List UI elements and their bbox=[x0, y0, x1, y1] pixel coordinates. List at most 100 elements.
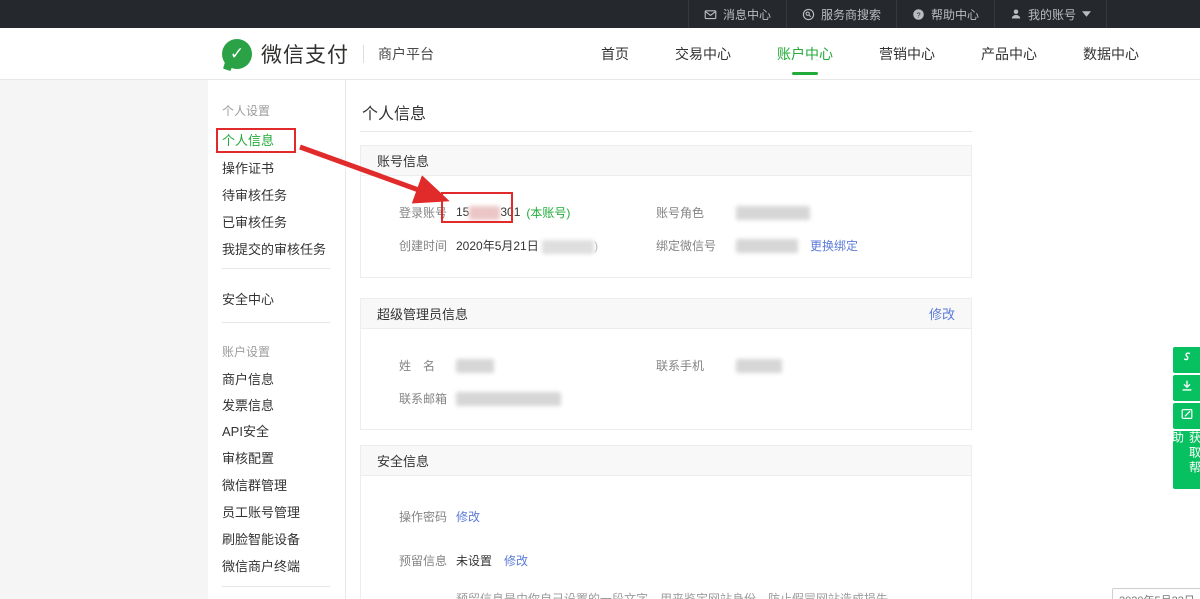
sidebar-item-operation-certificate[interactable]: 操作证书 bbox=[222, 158, 274, 177]
super-admin-body: 姓 名 联系手机 联系邮箱 bbox=[361, 329, 971, 415]
sidebar-content-divider bbox=[345, 80, 346, 599]
feedback-button[interactable] bbox=[1173, 403, 1200, 429]
chevron-down-icon bbox=[1082, 11, 1091, 17]
bound-wechat-label: 绑定微信号 bbox=[656, 237, 736, 254]
contact-phone-label: 联系手机 bbox=[656, 357, 736, 374]
brand-area: ✓ 微信支付 商户平台 bbox=[222, 28, 434, 80]
sidebar-item-reviewed-tasks[interactable]: 已审核任务 bbox=[222, 212, 287, 231]
super-admin-header: 超级管理员信息 修改 bbox=[361, 299, 971, 329]
security-info-section: 安全信息 操作密码 修改 预留信息 未设置 修改 预留信息是由你自己设置的一段文… bbox=[360, 445, 972, 599]
redacted-wechat-id bbox=[736, 239, 798, 253]
help-center-label: 帮助中心 bbox=[931, 6, 979, 23]
sidebar-item-face-payment-devices[interactable]: 刷脸智能设备 bbox=[222, 529, 300, 548]
nav-transaction-center[interactable]: 交易中心 bbox=[652, 28, 754, 80]
sidebar-item-wechat-group-management[interactable]: 微信群管理 bbox=[222, 475, 287, 494]
account-info-header: 账号信息 bbox=[361, 146, 971, 176]
service-provider-search-link[interactable]: 服务商搜索 bbox=[786, 0, 896, 28]
redacted-login-digits bbox=[469, 206, 500, 220]
get-help-button[interactable]: 获取帮助 bbox=[1173, 431, 1200, 489]
site-header: ✓ 微信支付 商户平台 首页 交易中心 账户中心 营销中心 产品中心 数据中心 bbox=[0, 28, 1200, 80]
edit-reserved-info-link[interactable]: 修改 bbox=[504, 552, 528, 569]
sidebar-item-my-submitted-tasks[interactable]: 我提交的审核任务 bbox=[222, 239, 326, 258]
sidebar-item-wechat-merchant-terminal[interactable]: 微信商户终端 bbox=[222, 556, 300, 575]
login-account-label: 登录账号 bbox=[399, 204, 456, 221]
feedback-icon bbox=[1180, 407, 1194, 426]
sidebar-section-personal-settings: 个人设置 bbox=[222, 102, 270, 119]
question-circle-icon: ? bbox=[912, 8, 925, 21]
left-gray-background bbox=[0, 80, 208, 599]
svg-text:?: ? bbox=[917, 10, 921, 19]
admin-name-label: 姓 名 bbox=[399, 357, 456, 374]
download-icon bbox=[1180, 379, 1194, 398]
redacted-contact-phone bbox=[736, 359, 782, 373]
sidebar-item-personal-info[interactable]: 个人信息 bbox=[222, 130, 274, 149]
sidebar-item-invoice-info[interactable]: 发票信息 bbox=[222, 395, 274, 414]
brand-title: 微信支付 bbox=[261, 39, 349, 69]
reserved-info-notes: 预留信息是由你自己设置的一段文字，用来鉴定网站身份，防止假冒网站造成损失。 配置… bbox=[456, 590, 971, 599]
brand-divider bbox=[363, 45, 364, 63]
message-center-label: 消息中心 bbox=[723, 6, 771, 23]
merchant-platform-page: 消息中心 服务商搜索 ? 帮助中心 我的账号 bbox=[0, 0, 1200, 599]
sidebar-divider bbox=[222, 268, 330, 269]
created-time-label: 创建时间 bbox=[399, 237, 456, 254]
download-button[interactable] bbox=[1173, 375, 1200, 401]
operation-password-label: 操作密码 bbox=[399, 508, 456, 525]
message-center-link[interactable]: 消息中心 bbox=[688, 0, 786, 28]
note-line: 预留信息是由你自己设置的一段文字，用来鉴定网站身份，防止假冒网站造成损失。 bbox=[456, 590, 971, 599]
top-utility-items: 消息中心 服务商搜索 ? 帮助中心 我的账号 bbox=[688, 0, 1107, 28]
account-info-body: 登录账号 15301 (本账号) 账号角色 创建时间 2020年5月21日 bbox=[361, 176, 971, 262]
contact-phone-button[interactable] bbox=[1173, 347, 1200, 373]
my-account-menu[interactable]: 我的账号 bbox=[994, 0, 1107, 28]
top-utility-bar: 消息中心 服务商搜索 ? 帮助中心 我的账号 bbox=[0, 0, 1200, 28]
current-account-tag: (本账号) bbox=[526, 204, 570, 221]
my-account-label: 我的账号 bbox=[1028, 6, 1076, 23]
mail-icon bbox=[704, 8, 717, 21]
get-help-label: 获取帮助 bbox=[1170, 431, 1200, 489]
redacted-contact-email bbox=[456, 392, 561, 406]
user-icon bbox=[1010, 8, 1022, 20]
sidebar-item-pending-review-tasks[interactable]: 待审核任务 bbox=[222, 185, 287, 204]
table-row: 登录账号 15301 (本账号) 账号角色 bbox=[399, 196, 971, 229]
table-row: 预留信息 未设置 修改 bbox=[399, 540, 971, 580]
sidebar-item-review-config[interactable]: 审核配置 bbox=[222, 448, 274, 467]
sidebar-item-security-center[interactable]: 安全中心 bbox=[222, 289, 274, 308]
table-row: 创建时间 2020年5月21日 ) 绑定微信号 更换绑定 bbox=[399, 229, 971, 262]
change-binding-link[interactable]: 更换绑定 bbox=[810, 237, 858, 254]
help-center-link[interactable]: ? 帮助中心 bbox=[896, 0, 994, 28]
nav-home[interactable]: 首页 bbox=[578, 28, 652, 80]
nav-marketing-center[interactable]: 营销中心 bbox=[856, 28, 958, 80]
table-row: 联系邮箱 bbox=[399, 382, 971, 415]
wechat-pay-logo-icon: ✓ bbox=[222, 39, 252, 69]
primary-nav: 首页 交易中心 账户中心 营销中心 产品中心 数据中心 bbox=[578, 28, 1162, 80]
title-divider bbox=[360, 131, 972, 132]
date-tooltip: 2020年5月22日 bbox=[1112, 588, 1200, 599]
nav-data-center[interactable]: 数据中心 bbox=[1060, 28, 1162, 80]
created-time-value: 2020年5月21日 ) bbox=[456, 237, 598, 254]
account-role-label: 账号角色 bbox=[656, 204, 736, 221]
active-nav-underline bbox=[792, 72, 818, 75]
search-circle-icon bbox=[802, 8, 815, 21]
edit-admin-link[interactable]: 修改 bbox=[929, 304, 955, 323]
nav-account-center[interactable]: 账户中心 bbox=[754, 28, 856, 80]
login-account-value: 15301 bbox=[456, 205, 520, 220]
security-info-title: 安全信息 bbox=[377, 451, 429, 470]
sidebar-divider bbox=[222, 586, 330, 587]
redacted-admin-name bbox=[456, 359, 494, 373]
change-password-link[interactable]: 修改 bbox=[456, 508, 480, 525]
contact-email-label: 联系邮箱 bbox=[399, 390, 456, 407]
nav-product-center[interactable]: 产品中心 bbox=[958, 28, 1060, 80]
account-info-section: 账号信息 登录账号 15301 (本账号) 账号角色 bbox=[360, 145, 972, 278]
sidebar-item-staff-account-management[interactable]: 员工账号管理 bbox=[222, 502, 300, 521]
security-info-header: 安全信息 bbox=[361, 446, 971, 476]
super-admin-section: 超级管理员信息 修改 姓 名 联系手机 联系邮箱 bbox=[360, 298, 972, 430]
reserved-info-label: 预留信息 bbox=[399, 552, 456, 569]
sidebar-item-api-security[interactable]: API安全 bbox=[222, 421, 269, 440]
portal-subtitle: 商户平台 bbox=[378, 44, 434, 64]
security-info-body: 操作密码 修改 预留信息 未设置 修改 预留信息是由你自己设置的一段文字，用来鉴… bbox=[361, 476, 971, 599]
sidebar-section-account-settings: 账户设置 bbox=[222, 343, 270, 360]
table-row: 姓 名 联系手机 bbox=[399, 349, 971, 382]
redacted-account-role bbox=[736, 206, 810, 220]
sidebar-item-merchant-info[interactable]: 商户信息 bbox=[222, 369, 274, 388]
account-info-title: 账号信息 bbox=[377, 151, 429, 170]
sidebar-divider bbox=[222, 322, 330, 323]
